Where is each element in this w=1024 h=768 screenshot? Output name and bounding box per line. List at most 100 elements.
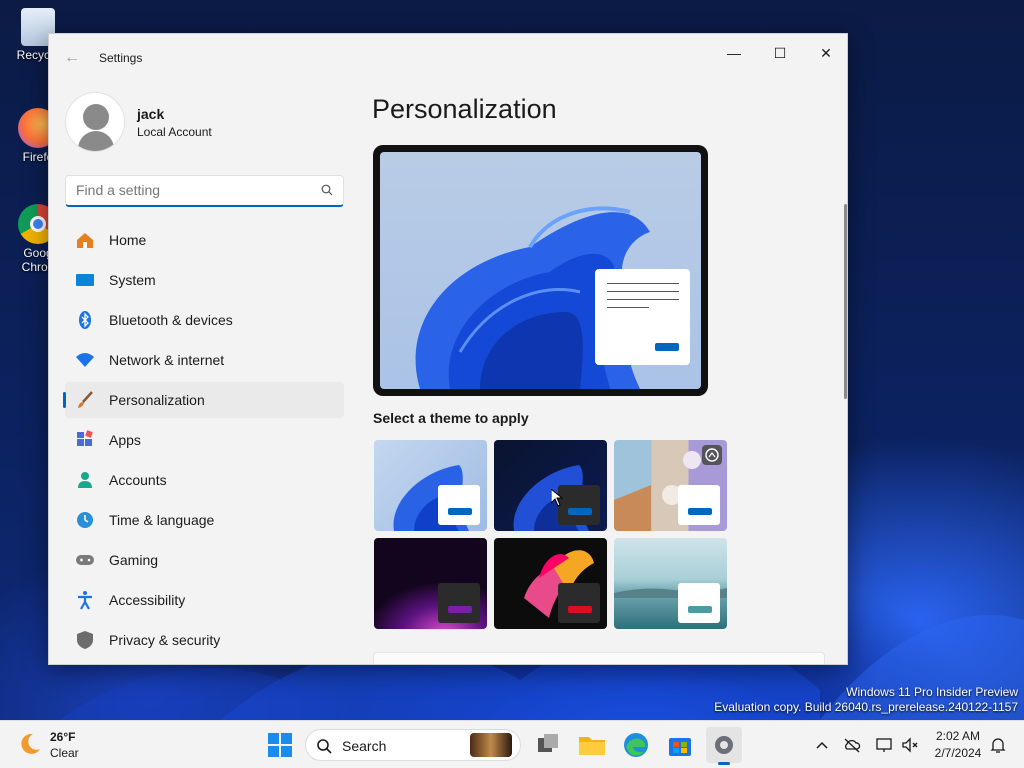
sidebar-item-gaming[interactable]: Gaming bbox=[65, 542, 344, 578]
sidebar-item-label: Bluetooth & devices bbox=[109, 312, 233, 328]
theme-preview-card bbox=[438, 485, 480, 525]
taskbar-search-label: Search bbox=[342, 738, 387, 754]
sidebar-item-apps[interactable]: Apps bbox=[65, 422, 344, 458]
sidebar: jack Local Account Home System Bluetooth… bbox=[49, 82, 359, 664]
speaker-muted-icon[interactable] bbox=[900, 735, 920, 755]
home-icon bbox=[77, 233, 93, 248]
window-title: Settings bbox=[99, 51, 143, 65]
sidebar-item-bluetooth[interactable]: Bluetooth & devices bbox=[65, 302, 344, 338]
theme-preview-card bbox=[438, 583, 480, 623]
evaluation-watermark: Windows 11 Pro Insider Preview Evaluatio… bbox=[714, 685, 1018, 715]
accounts-icon bbox=[78, 472, 92, 488]
sidebar-item-label: Home bbox=[109, 232, 147, 248]
watermark-line-1: Windows 11 Pro Insider Preview bbox=[846, 685, 1018, 699]
sidebar-item-label: Apps bbox=[109, 432, 141, 448]
network-icon[interactable] bbox=[874, 735, 894, 755]
theme-preview-card bbox=[558, 485, 600, 525]
notification-bell-icon[interactable] bbox=[988, 735, 1008, 755]
system-icon bbox=[76, 274, 94, 286]
sidebar-item-accounts[interactable]: Accounts bbox=[65, 462, 344, 498]
theme-tile-flow[interactable] bbox=[614, 538, 727, 629]
settings-window: ← Settings — ☐ ✕ jack Local Account Home bbox=[48, 33, 848, 665]
sidebar-item-label: Network & internet bbox=[109, 352, 225, 368]
preview-window-sample bbox=[595, 269, 690, 365]
wifi-icon bbox=[76, 353, 94, 367]
theme-tile-dark[interactable] bbox=[494, 440, 607, 531]
cloud-off-icon[interactable] bbox=[842, 735, 862, 755]
close-button[interactable]: ✕ bbox=[803, 38, 847, 68]
sidebar-item-personalization[interactable]: Personalization bbox=[63, 382, 344, 418]
apps-icon bbox=[77, 430, 93, 446]
accessibility-icon bbox=[78, 591, 92, 610]
globe-clock-icon bbox=[77, 512, 93, 528]
main-content: Personalization Select a theme to apply bbox=[359, 82, 847, 664]
task-view-icon bbox=[538, 734, 558, 752]
search-input[interactable] bbox=[76, 182, 306, 198]
edge-button[interactable] bbox=[618, 727, 654, 763]
taskbar-search[interactable]: Search bbox=[305, 729, 521, 761]
sidebar-item-network[interactable]: Network & internet bbox=[65, 342, 344, 378]
search-highlight-image bbox=[470, 733, 512, 757]
sidebar-item-label: System bbox=[109, 272, 156, 288]
weather-condition: Clear bbox=[50, 746, 79, 760]
minimize-button[interactable]: — bbox=[711, 38, 757, 68]
paintbrush-icon bbox=[78, 391, 93, 408]
sidebar-item-label: Time & language bbox=[109, 512, 215, 528]
chevron-up-icon[interactable] bbox=[812, 735, 832, 755]
sidebar-item-label: Personalization bbox=[109, 392, 205, 408]
sidebar-item-home[interactable]: Home bbox=[65, 222, 344, 258]
avatar[interactable] bbox=[65, 92, 125, 152]
sidebar-item-time-language[interactable]: Time & language bbox=[65, 502, 344, 538]
themes-section-label: Select a theme to apply bbox=[373, 410, 529, 426]
weather-temperature: 26°F bbox=[50, 730, 76, 744]
task-view-button[interactable] bbox=[530, 727, 566, 763]
sidebar-item-label: Accessibility bbox=[109, 592, 186, 608]
store-icon bbox=[669, 738, 691, 756]
theme-preview-card bbox=[558, 583, 600, 623]
settings-search-box[interactable] bbox=[65, 175, 344, 207]
controller-icon bbox=[76, 555, 94, 565]
sidebar-item-label: Accounts bbox=[109, 472, 167, 488]
spotlight-badge-icon bbox=[702, 445, 722, 465]
file-explorer-button[interactable] bbox=[574, 727, 610, 763]
clock-date: 2/7/2024 bbox=[934, 746, 982, 760]
user-name: jack bbox=[137, 106, 165, 122]
settings-icon bbox=[715, 736, 733, 754]
theme-preview-card bbox=[678, 485, 720, 525]
clock-time: 2:02 AM bbox=[935, 729, 981, 743]
store-button[interactable] bbox=[662, 727, 698, 763]
moon-icon bbox=[21, 733, 40, 754]
back-arrow-icon: ← bbox=[64, 49, 80, 66]
page-title: Personalization bbox=[372, 94, 557, 124]
sidebar-item-system[interactable]: System bbox=[65, 262, 344, 298]
watermark-line-2: Evaluation copy. Build 26040.rs_prerelea… bbox=[714, 700, 1018, 714]
shield-icon bbox=[77, 631, 93, 649]
theme-preview-card bbox=[678, 583, 720, 623]
edge-icon bbox=[624, 733, 648, 757]
title-bar[interactable]: ← Settings — ☐ ✕ bbox=[49, 34, 847, 82]
theme-preview bbox=[373, 145, 708, 396]
bluetooth-icon bbox=[79, 311, 91, 329]
search-icon bbox=[321, 184, 333, 196]
start-button[interactable] bbox=[262, 727, 298, 763]
content-scrollbar[interactable] bbox=[844, 204, 847, 399]
sidebar-item-label: Privacy & security bbox=[109, 632, 221, 648]
settings-taskbar-button[interactable] bbox=[706, 727, 742, 765]
search-icon bbox=[317, 739, 332, 754]
start-icon bbox=[268, 733, 292, 757]
account-type: Local Account bbox=[137, 125, 212, 139]
nav-list: Home System Bluetooth & devices Network … bbox=[63, 222, 344, 662]
taskbar: 26°F Clear Search 2:02 AM 2/7/2024 bbox=[0, 720, 1024, 768]
sidebar-item-label: Gaming bbox=[109, 552, 159, 568]
file-explorer-icon bbox=[579, 737, 605, 755]
theme-tile-captured-motion[interactable] bbox=[494, 538, 607, 629]
maximize-button[interactable]: ☐ bbox=[757, 38, 803, 68]
theme-tile-glow[interactable] bbox=[374, 538, 487, 629]
back-button[interactable]: ← bbox=[61, 48, 83, 68]
sidebar-item-accessibility[interactable]: Accessibility bbox=[65, 582, 344, 618]
theme-tile-spotlight[interactable] bbox=[614, 440, 727, 531]
sidebar-item-privacy[interactable]: Privacy & security bbox=[65, 622, 344, 658]
theme-tile-light[interactable] bbox=[374, 440, 487, 531]
mouse-cursor-icon bbox=[551, 489, 563, 507]
settings-card[interactable] bbox=[373, 652, 825, 664]
